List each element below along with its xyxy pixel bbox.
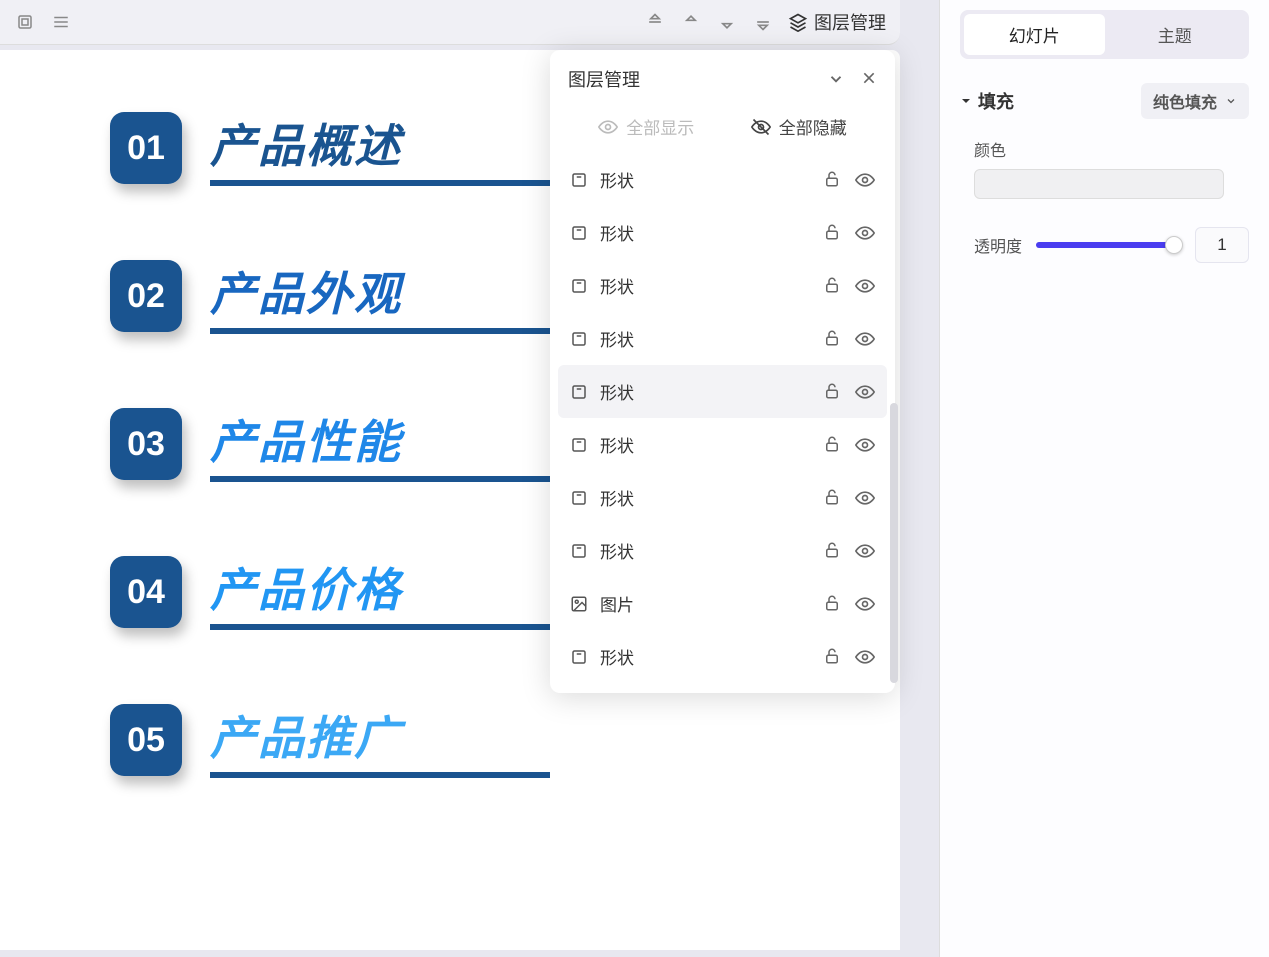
toc-row[interactable]: 05 产品推广 bbox=[110, 702, 900, 778]
collapse-icon[interactable] bbox=[827, 70, 845, 88]
chevron-down-icon bbox=[1225, 95, 1237, 107]
shape-icon bbox=[570, 224, 588, 242]
layer-item-label: 形状 bbox=[600, 220, 634, 245]
toolbar-icon-left-1[interactable] bbox=[14, 11, 36, 33]
opacity-label: 透明度 bbox=[974, 233, 1022, 257]
toc-title: 产品概述 bbox=[210, 110, 550, 176]
color-swatch[interactable] bbox=[974, 169, 1224, 199]
toc-title: 产品推广 bbox=[210, 702, 550, 768]
lock-icon[interactable] bbox=[823, 488, 841, 508]
layer-item[interactable]: 形状 bbox=[558, 259, 887, 312]
send-backward-icon[interactable] bbox=[716, 11, 738, 33]
layer-management-label: 图层管理 bbox=[814, 9, 886, 35]
layer-item[interactable]: 图片 bbox=[558, 577, 887, 630]
hide-all-label: 全部隐藏 bbox=[779, 114, 847, 139]
layer-item-label: 形状 bbox=[600, 379, 634, 404]
bring-forward-icon[interactable] bbox=[680, 11, 702, 33]
fill-type-select[interactable]: 纯色填充 bbox=[1141, 83, 1249, 119]
sidebar-tabs: 幻灯片 主题 bbox=[960, 10, 1249, 59]
layer-item-label: 形状 bbox=[600, 644, 634, 669]
tab-theme[interactable]: 主题 bbox=[1105, 14, 1246, 55]
shape-icon bbox=[570, 542, 588, 560]
toc-underline bbox=[210, 180, 550, 186]
toc-number-box: 03 bbox=[110, 408, 182, 480]
visibility-icon[interactable] bbox=[855, 647, 875, 667]
layer-item-label: 形状 bbox=[600, 538, 634, 563]
lock-icon[interactable] bbox=[823, 647, 841, 667]
show-all-label: 全部显示 bbox=[626, 114, 694, 139]
toc-underline bbox=[210, 624, 550, 630]
slider-thumb[interactable] bbox=[1165, 236, 1183, 254]
toc-number-box: 05 bbox=[110, 704, 182, 776]
layer-item[interactable]: 形状 bbox=[558, 153, 887, 206]
visibility-icon[interactable] bbox=[855, 329, 875, 349]
layer-item-label: 形状 bbox=[600, 326, 634, 351]
close-icon[interactable] bbox=[861, 70, 877, 88]
layer-item[interactable]: 形状 bbox=[558, 471, 887, 524]
tab-slide[interactable]: 幻灯片 bbox=[964, 14, 1105, 55]
toc-number-box: 01 bbox=[110, 112, 182, 184]
triangle-down-icon bbox=[960, 95, 972, 107]
toc-underline bbox=[210, 476, 550, 482]
layer-item-label: 形状 bbox=[600, 432, 634, 457]
lock-icon[interactable] bbox=[823, 276, 841, 296]
visibility-icon[interactable] bbox=[855, 541, 875, 561]
lock-icon[interactable] bbox=[823, 541, 841, 561]
lock-icon[interactable] bbox=[823, 329, 841, 349]
layer-item[interactable]: 形状 bbox=[558, 630, 887, 683]
lock-icon[interactable] bbox=[823, 223, 841, 243]
lock-icon[interactable] bbox=[823, 382, 841, 402]
visibility-icon[interactable] bbox=[855, 488, 875, 508]
visibility-icon[interactable] bbox=[855, 223, 875, 243]
right-sidebar: 幻灯片 主题 填充 纯色填充 颜色 透明度 1 bbox=[939, 0, 1269, 957]
layer-scrollbar[interactable] bbox=[890, 403, 898, 683]
opacity-slider[interactable] bbox=[1036, 242, 1181, 248]
image-icon bbox=[570, 595, 588, 613]
layer-management-button[interactable]: 图层管理 bbox=[788, 9, 886, 35]
top-toolbar: 图层管理 bbox=[0, 0, 900, 45]
bring-to-front-icon[interactable] bbox=[644, 11, 666, 33]
layer-panel: 图层管理 全部显示 全部隐藏 形状 形状 bbox=[550, 50, 895, 693]
layer-item[interactable]: 形状 bbox=[558, 312, 887, 365]
layer-item-label: 图片 bbox=[600, 591, 634, 616]
shape-icon bbox=[570, 330, 588, 348]
show-all-button[interactable]: 全部显示 bbox=[598, 114, 694, 139]
shape-icon bbox=[570, 648, 588, 666]
layer-item[interactable]: 形状 bbox=[558, 206, 887, 259]
visibility-icon[interactable] bbox=[855, 170, 875, 190]
layer-item[interactable]: 形状 bbox=[558, 365, 887, 418]
hide-all-button[interactable]: 全部隐藏 bbox=[751, 114, 847, 139]
layer-panel-title: 图层管理 bbox=[568, 66, 640, 92]
opacity-value[interactable]: 1 bbox=[1195, 227, 1249, 263]
toc-title: 产品价格 bbox=[210, 554, 550, 620]
visibility-icon[interactable] bbox=[855, 435, 875, 455]
lock-icon[interactable] bbox=[823, 435, 841, 455]
layer-item-label: 形状 bbox=[600, 273, 634, 298]
toc-underline bbox=[210, 328, 550, 334]
toc-underline bbox=[210, 772, 550, 778]
toc-title: 产品性能 bbox=[210, 406, 550, 472]
layer-item[interactable]: 形状 bbox=[558, 418, 887, 471]
toc-number-box: 02 bbox=[110, 260, 182, 332]
visibility-icon[interactable] bbox=[855, 276, 875, 296]
toc-number-box: 04 bbox=[110, 556, 182, 628]
layer-item[interactable]: 形状 bbox=[558, 524, 887, 577]
toolbar-icon-left-2[interactable] bbox=[50, 11, 72, 33]
lock-icon[interactable] bbox=[823, 170, 841, 190]
shape-icon bbox=[570, 383, 588, 401]
shape-icon bbox=[570, 277, 588, 295]
visibility-icon[interactable] bbox=[855, 382, 875, 402]
shape-icon bbox=[570, 489, 588, 507]
lock-icon[interactable] bbox=[823, 594, 841, 614]
toc-title: 产品外观 bbox=[210, 258, 550, 324]
layer-item-label: 形状 bbox=[600, 167, 634, 192]
layer-item-label: 形状 bbox=[600, 485, 634, 510]
fill-section-label: 填充 bbox=[978, 88, 1014, 114]
shape-icon bbox=[570, 171, 588, 189]
fill-type-value: 纯色填充 bbox=[1153, 89, 1217, 113]
send-to-back-icon[interactable] bbox=[752, 11, 774, 33]
visibility-icon[interactable] bbox=[855, 594, 875, 614]
shape-icon bbox=[570, 436, 588, 454]
color-label: 颜色 bbox=[974, 137, 1249, 161]
